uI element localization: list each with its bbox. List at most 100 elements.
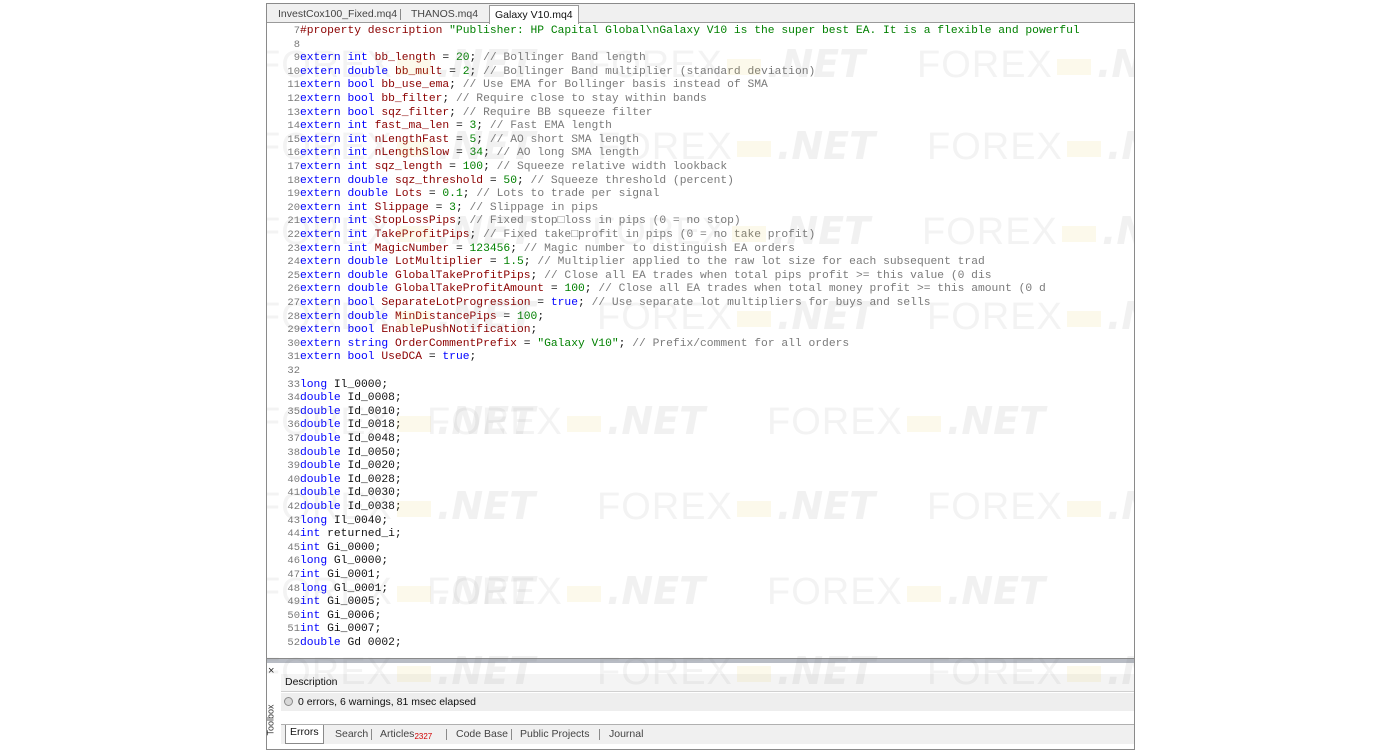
- code-line[interactable]: 36double Id_0018;: [267, 419, 402, 433]
- line-number: 22: [287, 229, 300, 241]
- code-line[interactable]: 14extern int fast_ma_len = 3; // Fast EM…: [267, 120, 612, 134]
- code-text: extern bool sqz_filter; // Require BB sq…: [300, 106, 653, 119]
- code-line[interactable]: 24extern double LotMultiplier = 1.5; // …: [267, 256, 985, 270]
- line-number: 27: [287, 297, 300, 309]
- code-line[interactable]: 46long Gl_0000;: [267, 555, 388, 569]
- code-line[interactable]: 10extern double bb_mult = 2; // Bollinge…: [267, 66, 815, 80]
- line-number: 36: [287, 419, 300, 432]
- code-line[interactable]: 43long Il_0040;: [267, 515, 388, 529]
- code-line[interactable]: 38double Id_0050;: [267, 446, 401, 461]
- line-number: 10: [287, 65, 300, 78]
- code-line[interactable]: 48long Gl_0001;: [267, 583, 388, 597]
- code-text: int Gi_0000;: [300, 541, 382, 554]
- code-line[interactable]: 32: [267, 365, 300, 379]
- tab-errors[interactable]: Errors: [285, 725, 324, 744]
- code-line[interactable]: 39double Id_0020;: [267, 460, 401, 474]
- code-text: double Id_0048;: [300, 433, 402, 445]
- code-line[interactable]: 23extern int MagicNumber = 123456; // Ma…: [267, 243, 795, 257]
- code-text: extern double Lots = 0.1; // Lots to tra…: [300, 188, 660, 201]
- code-text: extern double sqz_threshold = 50; // Squ…: [300, 174, 734, 187]
- code-text: double Id_0030;: [300, 487, 402, 500]
- code-line[interactable]: 12extern bool bb_filter; // Require clos…: [267, 93, 706, 107]
- code-text: extern bool SeparateLotProgression = tru…: [300, 297, 931, 309]
- line-number: 31: [287, 351, 300, 364]
- code-editor[interactable]: 7#property description "Publisher: HP Ca…: [267, 25, 1134, 658]
- code-line[interactable]: 33long Il_0000;: [267, 379, 388, 393]
- code-line[interactable]: 26extern double GlobalTakeProfitAmount =…: [267, 283, 1045, 297]
- line-number: 35: [287, 405, 300, 418]
- code-line[interactable]: 27extern bool SeparateLotProgression = t…: [267, 297, 931, 311]
- code-line[interactable]: 17extern int sqz_length = 100; // Squeez…: [267, 161, 727, 175]
- line-number: 20: [287, 201, 300, 214]
- tab-separator: [446, 729, 447, 740]
- code-line[interactable]: 47int Gi_0001;: [267, 569, 381, 583]
- tab-search[interactable]: Search: [331, 727, 372, 742]
- code-text: extern bool UseDCA = true;: [300, 351, 477, 364]
- code-line[interactable]: 35double Id_0010;: [267, 405, 401, 420]
- line-number: 50: [287, 609, 300, 622]
- tab-journal[interactable]: Journal: [605, 727, 647, 742]
- tab-code-base[interactable]: Code Base: [452, 727, 512, 742]
- line-number: 51: [287, 623, 300, 636]
- line-number: 23: [287, 242, 300, 255]
- code-line[interactable]: 52double Gd 0002;: [267, 637, 401, 651]
- code-text: extern double GlobalTakeProfitPips; // C…: [300, 269, 992, 282]
- tab-galaxy-v10[interactable]: Galaxy V10.mq4: [489, 5, 579, 24]
- code-text: extern int TakeProfitPips; // Fixed take…: [300, 229, 816, 241]
- code-line[interactable]: 30extern string OrderCommentPrefix = "Ga…: [267, 338, 849, 352]
- code-line[interactable]: 41double Id_0030;: [267, 487, 402, 501]
- info-icon: [284, 697, 293, 706]
- tab-public-projects[interactable]: Public Projects: [516, 727, 593, 742]
- code-line[interactable]: 40double Id_0028;: [267, 473, 401, 488]
- code-line[interactable]: 9extern int bb_length = 20; // Bollinger…: [267, 52, 646, 66]
- code-text: extern double LotMultiplier = 1.5; // Mu…: [300, 256, 985, 269]
- code-line[interactable]: 8: [267, 39, 300, 53]
- line-number: 12: [287, 93, 300, 105]
- code-line[interactable]: 37double Id_0048;: [267, 433, 402, 447]
- line-number: 38: [287, 446, 300, 459]
- description-column-header[interactable]: Description: [281, 674, 1134, 692]
- code-text: extern int MagicNumber = 123456; // Magi…: [300, 242, 795, 255]
- code-line[interactable]: 20extern int Slippage = 3; // Slippage i…: [267, 202, 598, 216]
- code-text: long Il_0040;: [300, 514, 389, 527]
- line-number: 41: [287, 487, 300, 500]
- line-number: 42: [287, 501, 300, 513]
- line-number: 29: [287, 324, 300, 337]
- code-line[interactable]: 34double Id_0008;: [267, 392, 402, 406]
- code-line[interactable]: 42double Id_0038;: [267, 501, 401, 515]
- code-line[interactable]: 13extern bool sqz_filter; // Require BB …: [267, 106, 653, 121]
- code-line[interactable]: 31extern bool UseDCA = true;: [267, 351, 476, 365]
- close-icon[interactable]: ×: [268, 665, 274, 677]
- code-text: double Id_0008;: [300, 392, 402, 405]
- tab-investcox100-fixed[interactable]: InvestCox100_Fixed.mq4: [273, 7, 402, 22]
- toolbox-label-text: Toolbox: [266, 704, 276, 736]
- tab-articles[interactable]: Articles2327: [376, 727, 436, 742]
- code-line[interactable]: 44int returned_i;: [267, 528, 402, 542]
- code-text: int returned_i;: [300, 528, 402, 541]
- tab-thanos[interactable]: THANOS.mq4: [406, 7, 483, 22]
- code-line[interactable]: 21extern int StopLossPips; // Fixed stop…: [267, 215, 740, 229]
- code-line[interactable]: 16extern int nLengthSlow = 34; // AO lon…: [267, 147, 639, 161]
- code-line[interactable]: 29extern bool EnablePushNotification;: [267, 324, 537, 338]
- tab-articles-label: Articles: [380, 728, 415, 740]
- code-line[interactable]: 15extern int nLengthFast = 5; // AO shor…: [267, 134, 639, 148]
- code-line[interactable]: 7#property description "Publisher: HP Ca…: [267, 25, 1080, 39]
- line-number: 16: [287, 147, 300, 160]
- code-line[interactable]: 22extern int TakeProfitPips; // Fixed ta…: [267, 229, 815, 243]
- line-number: 40: [287, 473, 300, 486]
- code-text: #property description "Publisher: HP Cap…: [300, 25, 1080, 37]
- code-text: double Id_0018;: [300, 419, 402, 432]
- code-line[interactable]: 49int Gi_0005;: [267, 596, 381, 610]
- code-line[interactable]: 18extern double sqz_threshold = 50; // S…: [267, 175, 734, 189]
- line-number: 46: [287, 555, 300, 568]
- code-line[interactable]: 28extern double MinDistancePips = 100;: [267, 311, 544, 325]
- code-line[interactable]: 11extern bool bb_use_ema; // Use EMA for…: [267, 79, 767, 93]
- compile-result-text: 0 errors, 6 warnings, 81 msec elapsed: [298, 696, 477, 708]
- code-line[interactable]: 45int Gi_0000;: [267, 542, 381, 556]
- compile-result-row[interactable]: 0 errors, 6 warnings, 81 msec elapsed: [281, 693, 1134, 711]
- code-line[interactable]: 19extern double Lots = 0.1; // Lots to t…: [267, 188, 659, 202]
- code-line[interactable]: 25extern double GlobalTakeProfitPips; //…: [267, 269, 992, 284]
- code-line[interactable]: 51int Gi_0007;: [267, 623, 381, 637]
- code-text: long Gl_0001;: [300, 582, 389, 595]
- code-line[interactable]: 50int Gi_0006;: [267, 610, 381, 624]
